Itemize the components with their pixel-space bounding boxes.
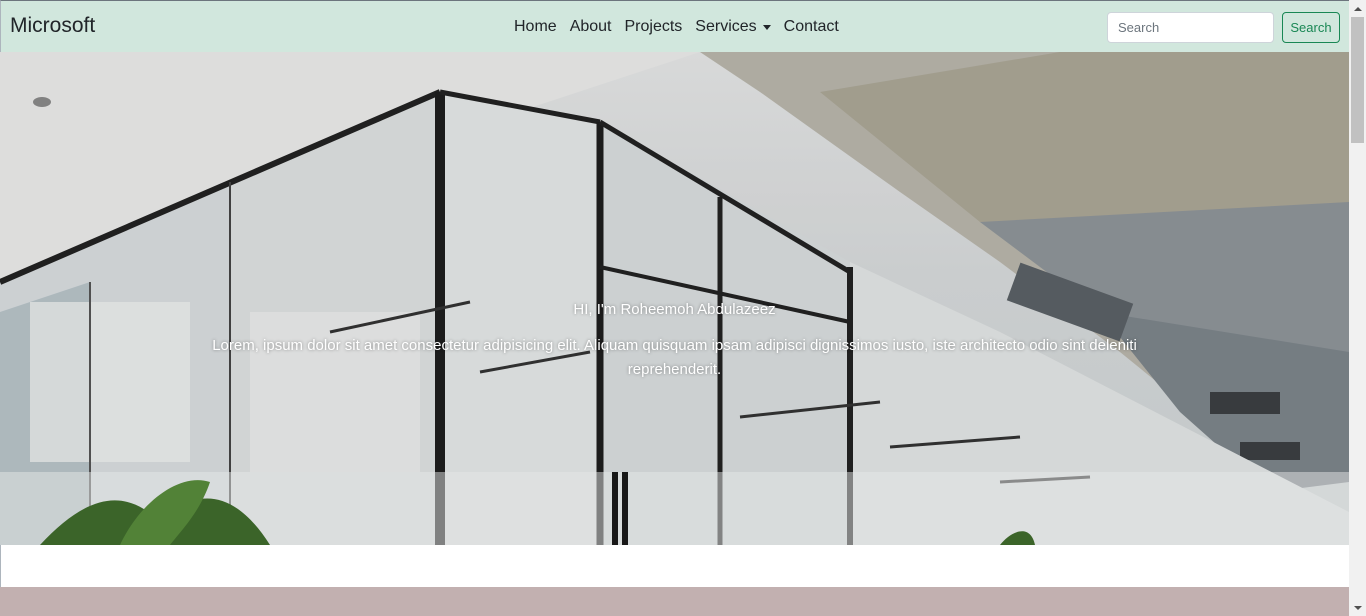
hero-carousel: HI, I'm Roheemoh Abdulazeez Lorem, ipsum… [0, 52, 1349, 545]
nav-link-projects[interactable]: Projects [625, 17, 683, 37]
content-section [0, 545, 1349, 587]
navbar: Microsoft Home About Projects Services C… [0, 0, 1349, 52]
hero-caption: HI, I'm Roheemoh Abdulazeez Lorem, ipsum… [0, 301, 1349, 382]
nav-link-contact[interactable]: Contact [784, 17, 839, 37]
footer-band [0, 587, 1349, 616]
arrow-up-icon [1353, 6, 1362, 11]
nav-link-about[interactable]: About [570, 17, 612, 37]
nav-links: Home About Projects Services Contact [514, 17, 852, 37]
hero-text: Lorem, ipsum dolor sit amet consectetur … [212, 337, 1137, 378]
hero-title: HI, I'm Roheemoh Abdulazeez [573, 301, 776, 318]
nav-link-services[interactable]: Services [695, 17, 771, 37]
scroll-down-button[interactable] [1349, 599, 1366, 616]
arrow-down-icon [1353, 605, 1362, 610]
caret-down-icon [762, 25, 771, 30]
search-input[interactable] [1107, 12, 1274, 43]
scrollbar-thumb[interactable] [1351, 17, 1364, 143]
nav-link-home[interactable]: Home [514, 17, 557, 37]
page-scrollbar[interactable] [1349, 0, 1366, 616]
brand-logo[interactable]: Microsoft [10, 14, 95, 38]
search-button[interactable]: Search [1282, 12, 1340, 43]
scroll-up-button[interactable] [1349, 0, 1366, 17]
office-background-image [0, 52, 1349, 545]
nav-link-services-label: Services [695, 18, 757, 35]
